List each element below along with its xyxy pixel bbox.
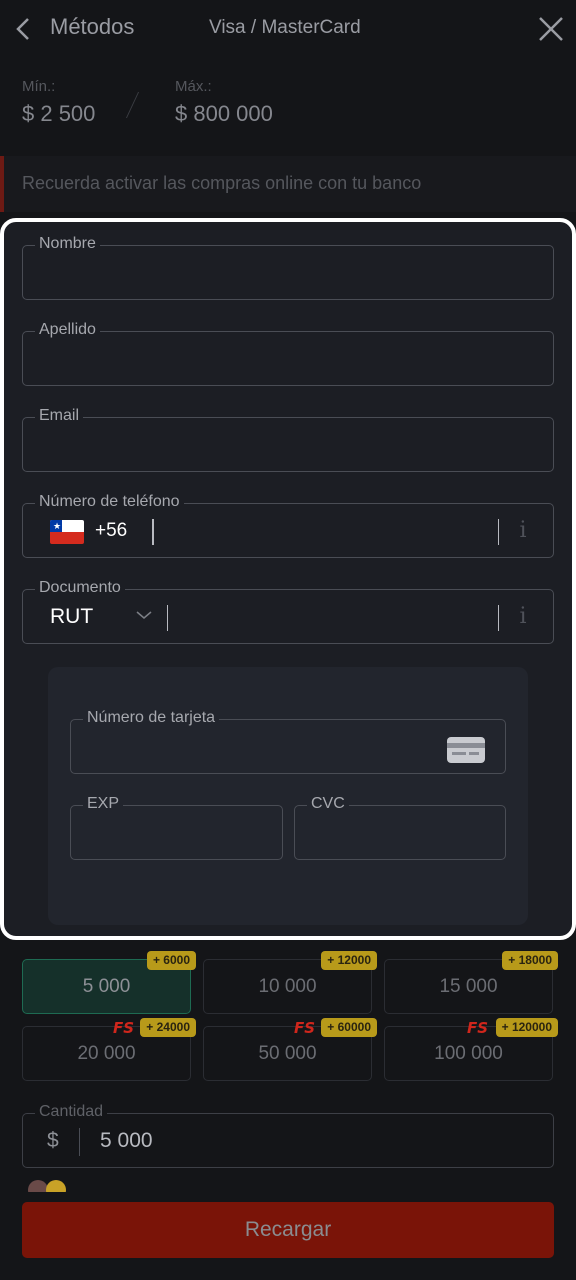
field-divider — [498, 519, 499, 545]
field-divider — [79, 1128, 80, 1156]
amount-button[interactable]: 20 000 FS + 24000 — [22, 1018, 196, 1081]
amount-value: 100 000 — [434, 1043, 503, 1064]
deposit-limits: Mín.: $ 2 500 Máx.: $ 800 000 — [22, 78, 422, 134]
payment-form: Nombre Apellido Email Número de teléfono… — [0, 218, 576, 940]
amount-button[interactable]: 50 000 FS + 60000 — [203, 1018, 377, 1081]
currency-symbol: $ — [47, 1129, 59, 1152]
chevron-left-icon[interactable] — [14, 16, 34, 42]
phone-field[interactable]: Número de teléfono ★ +56 i — [22, 492, 554, 558]
free-spins-icon: FS — [294, 1019, 316, 1037]
min-label: Mín.: — [22, 78, 56, 95]
header-bar: Métodos Visa / MasterCard — [0, 0, 576, 58]
amount-button[interactable]: 5 000 + 6000 — [22, 951, 196, 1014]
document-field[interactable]: Documento RUT i — [22, 578, 554, 644]
info-icon[interactable]: i — [517, 517, 529, 545]
amount-input[interactable]: Cantidad $ 5 000 — [22, 1102, 554, 1168]
info-icon[interactable]: i — [517, 603, 529, 631]
email-label: Email — [35, 406, 84, 426]
notice-text: Recuerda activar las compras online con … — [22, 173, 422, 193]
bonus-badge: + 6000 — [146, 951, 196, 970]
document-label: Documento — [35, 578, 125, 598]
min-value: $ 2 500 — [22, 101, 96, 126]
nombre-field[interactable]: Nombre — [22, 234, 554, 300]
payment-logo-icon — [28, 1178, 84, 1192]
recharge-button[interactable]: Recargar — [22, 1202, 554, 1258]
document-type-select[interactable]: RUT — [50, 605, 93, 629]
bonus-badge: + 120000 — [495, 1018, 558, 1037]
cvc-field[interactable]: CVC — [294, 794, 506, 860]
phone-country-code[interactable]: +56 — [95, 520, 127, 542]
card-details-box: Número de tarjeta EXP CVC — [48, 667, 528, 925]
max-label: Máx.: — [175, 78, 212, 95]
method-subtitle: Visa / MasterCard — [209, 17, 361, 38]
bonus-badge: + 60000 — [321, 1018, 377, 1037]
field-divider — [167, 605, 168, 631]
card-number-label: Número de tarjeta — [83, 708, 220, 728]
chevron-down-icon[interactable] — [135, 608, 153, 622]
amount-button[interactable]: 15 000 + 18000 — [384, 951, 558, 1014]
email-field[interactable]: Email — [22, 406, 554, 472]
chile-flag-icon[interactable]: ★ — [50, 520, 84, 544]
free-spins-icon: FS — [467, 1019, 489, 1037]
min-limit: Mín.: $ 2 500 — [22, 78, 95, 127]
credit-card-icon — [447, 737, 485, 763]
amount-value: 10 000 — [258, 976, 317, 997]
amount-value: 50 000 — [258, 1043, 317, 1064]
amount-value: 15 000 — [439, 976, 498, 997]
text-cursor — [152, 519, 154, 545]
limit-divider — [125, 92, 141, 118]
amount-value: 20 000 — [77, 1043, 136, 1064]
bonus-badge: + 12000 — [321, 951, 377, 970]
notice-accent-bar — [0, 156, 4, 212]
quantity-value[interactable]: 5 000 — [100, 1129, 153, 1153]
amount-value: 5 000 — [82, 976, 131, 997]
cvc-label: CVC — [307, 794, 349, 814]
page-title: Métodos — [50, 14, 135, 39]
bonus-badge: + 18000 — [502, 951, 558, 970]
apellido-field[interactable]: Apellido — [22, 320, 554, 386]
amount-button[interactable]: 10 000 + 12000 — [203, 951, 377, 1014]
bonus-badge: + 24000 — [140, 1018, 196, 1037]
apellido-label: Apellido — [35, 320, 100, 340]
close-icon[interactable] — [538, 16, 564, 42]
field-divider — [498, 605, 499, 631]
free-spins-icon: FS — [113, 1019, 135, 1037]
exp-label: EXP — [83, 794, 124, 814]
exp-field[interactable]: EXP — [70, 794, 283, 860]
max-value: $ 800 000 — [175, 101, 273, 126]
nombre-label: Nombre — [35, 234, 100, 254]
phone-label: Número de teléfono — [35, 492, 184, 512]
bank-notice: Recuerda activar las compras online con … — [0, 156, 576, 212]
amount-button[interactable]: 100 000 FS + 120000 — [384, 1018, 558, 1081]
card-number-field[interactable]: Número de tarjeta — [70, 708, 506, 774]
quantity-label: Cantidad — [35, 1102, 108, 1122]
max-limit: Máx.: $ 800 000 — [175, 78, 273, 127]
